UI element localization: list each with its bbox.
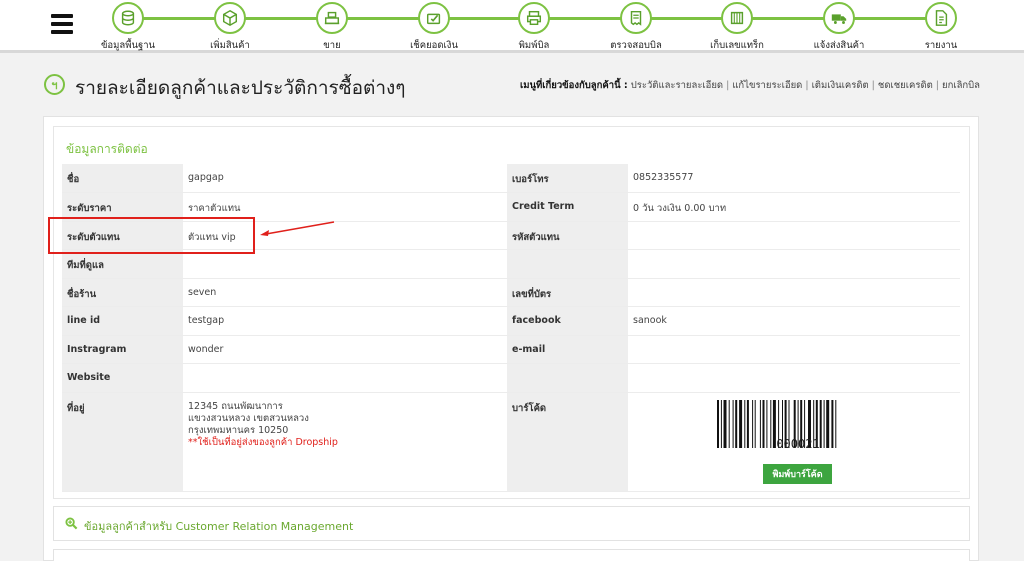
- crm-section-toggle[interactable]: ข้อมูลลูกค้าสำหรับ Customer Relation Man…: [53, 506, 970, 541]
- field-label: e-mail: [507, 335, 628, 364]
- nav-label: แจ้งส่งสินค้า: [813, 40, 865, 51]
- tracking-icon: [721, 2, 753, 34]
- crm-section-label: ข้อมูลลูกค้าสำหรับ Customer Relation Man…: [84, 520, 354, 533]
- related-link-topup[interactable]: เติมเงินเครดิต: [812, 80, 869, 91]
- barcode-number: 000021: [776, 436, 820, 451]
- related-link-edit[interactable]: แก้ไขรายระเอียด: [732, 80, 802, 91]
- nav-label: ข้อมูลพื้นฐาน: [100, 40, 156, 51]
- contact-table: ชื่อ gapgap เบอร์โทร 0852335577 ระดับราค…: [62, 164, 960, 492]
- dropship-note: **ใช้เป็นที่อยู่ส่งของลูกค้า Dropship: [188, 436, 338, 448]
- report-icon: [925, 2, 957, 34]
- field-label: Instragram: [62, 335, 183, 364]
- nav-item-check-balance[interactable]: เช็คยอดเงิน: [389, 2, 479, 53]
- address-label: ที่อยู่: [62, 392, 183, 492]
- printer-icon: [518, 2, 550, 34]
- address-value: 12345 ถนนพัฒนาการ แขวงสวนหลวง เขตสวนหลวง…: [183, 392, 507, 492]
- field-value: 0 วัน วงเงิน 0.00 บาท: [628, 192, 960, 222]
- nav-item-print-bill[interactable]: พิมพ์บิล: [489, 2, 579, 53]
- nav-label: เช็คยอดเงิน: [410, 40, 458, 51]
- table-row: ระดับตัวแทน ตัวแทน vip รหัสตัวแทน: [62, 221, 960, 250]
- money-hand-icon: ฯ: [44, 74, 65, 95]
- box-icon: [214, 2, 246, 34]
- address-line: 12345 ถนนพัฒนาการ: [188, 400, 283, 412]
- nav-item-shipping-notice[interactable]: แจ้งส่งสินค้า: [794, 2, 884, 53]
- field-value: sanook: [628, 306, 960, 336]
- field-value: [628, 363, 960, 393]
- table-row: ทีมที่ดูแล: [62, 249, 960, 279]
- field-value: 0852335577: [628, 164, 960, 193]
- contact-section: ข้อมูลการติดต่อ ชื่อ gapgap เบอร์โทร 085…: [53, 126, 970, 499]
- field-label: Credit Term: [507, 192, 628, 222]
- page-header: ฯ รายละเอียดลูกค้าและประวัติการซื้อต่างๆ…: [44, 73, 980, 99]
- cash-register-icon: [316, 2, 348, 34]
- page-title: รายละเอียดลูกค้าและประวัติการซื้อต่างๆ: [75, 77, 406, 99]
- customer-detail-panel: ข้อมูลการติดต่อ ชื่อ gapgap เบอร์โทร 085…: [43, 116, 979, 561]
- related-link-history[interactable]: ประวัติและรายละเอียด: [631, 80, 723, 91]
- next-section: [53, 549, 970, 561]
- field-label: เลขที่บัตร: [507, 278, 628, 307]
- field-value: ราคาตัวแทน: [183, 192, 507, 222]
- barcode-label: บาร์โค้ด: [507, 392, 628, 492]
- field-value: [628, 278, 960, 307]
- field-label: เบอร์โทร: [507, 164, 628, 193]
- table-row: Website: [62, 363, 960, 393]
- related-menu-label: เมนูที่เกี่ยวข้องกับลูกค้านี้ :: [520, 80, 628, 91]
- field-label: ระดับตัวแทน: [62, 221, 183, 250]
- address-line: แขวงสวนหลวง เขตสวนหลวง: [188, 412, 309, 424]
- field-value: wonder: [183, 335, 507, 364]
- wallet-check-icon: [418, 2, 450, 34]
- field-value: seven: [183, 278, 507, 307]
- section-title: ข้อมูลการติดต่อ: [66, 142, 148, 156]
- field-value: [183, 363, 507, 393]
- field-value: [628, 249, 960, 279]
- table-row: ระดับราคา ราคาตัวแทน Credit Term 0 วัน ว…: [62, 192, 960, 222]
- nav-item-add-product[interactable]: เพิ่มสินค้า: [185, 2, 275, 53]
- field-value: [628, 221, 960, 250]
- field-value: [628, 335, 960, 364]
- field-label: Website: [62, 363, 183, 393]
- field-value: [183, 249, 507, 279]
- nav-item-sell[interactable]: ขาย: [287, 2, 377, 53]
- field-label: รหัสตัวแทน: [507, 221, 628, 250]
- nav-label: เพิ่มสินค้า: [210, 40, 250, 51]
- nav-label: พิมพ์บิล: [518, 40, 550, 51]
- nav-label: เก็บเลขแทร็ก: [710, 40, 764, 51]
- database-icon: [112, 2, 144, 34]
- field-label: line id: [62, 306, 183, 336]
- nav-label: ขาย: [323, 40, 341, 51]
- related-menu: เมนูที่เกี่ยวข้องกับลูกค้านี้ : ประวัติแ…: [520, 80, 980, 91]
- table-row: Instragram wonder e-mail: [62, 335, 960, 364]
- address-line: กรุงเทพมหานคร 10250: [188, 424, 289, 436]
- barcode-cell: 000021 พิมพ์บาร์โค้ด: [628, 392, 960, 492]
- field-label: ทีมที่ดูแล: [62, 249, 183, 279]
- address-row: ที่อยู่ 12345 ถนนพัฒนาการ แขวงสวนหลวง เข…: [62, 392, 960, 492]
- table-row: line id testgap facebook sanook: [62, 306, 960, 336]
- field-label: ชื่อร้าน: [62, 278, 183, 307]
- field-label: facebook: [507, 306, 628, 336]
- nav-item-basic-data[interactable]: ข้อมูลพื้นฐาน: [83, 2, 173, 53]
- top-navigation: ข้อมูลพื้นฐาน เพิ่มสินค้า ขาย เช็คยอดเงิ…: [0, 0, 1024, 53]
- field-value: testgap: [183, 306, 507, 336]
- truck-icon: [823, 2, 855, 34]
- field-label: ชื่อ: [62, 164, 183, 193]
- related-link-compensate[interactable]: ชดเชยเครดิต: [878, 80, 933, 91]
- nav-item-check-bill[interactable]: ตรวจสอบบิล: [591, 2, 681, 53]
- zoom-in-icon: [65, 517, 78, 530]
- field-label: [507, 249, 628, 279]
- table-row: ชื่อร้าน seven เลขที่บัตร: [62, 278, 960, 307]
- nav-item-report[interactable]: รายงาน: [896, 2, 986, 53]
- bill-check-icon: [620, 2, 652, 34]
- field-value: ตัวแทน vip: [183, 221, 507, 250]
- field-label: [507, 363, 628, 393]
- field-value: gapgap: [183, 164, 507, 193]
- table-row: ชื่อ gapgap เบอร์โทร 0852335577: [62, 164, 960, 193]
- related-link-cancel-bill[interactable]: ยกเลิกบิล: [942, 80, 980, 91]
- hamburger-menu-icon[interactable]: [51, 14, 73, 34]
- nav-label: รายงาน: [924, 40, 958, 51]
- print-barcode-button[interactable]: พิมพ์บาร์โค้ด: [763, 463, 832, 484]
- nav-label: ตรวจสอบบิล: [610, 40, 662, 51]
- field-label: ระดับราคา: [62, 192, 183, 222]
- nav-item-tracking[interactable]: เก็บเลขแทร็ก: [692, 2, 782, 53]
